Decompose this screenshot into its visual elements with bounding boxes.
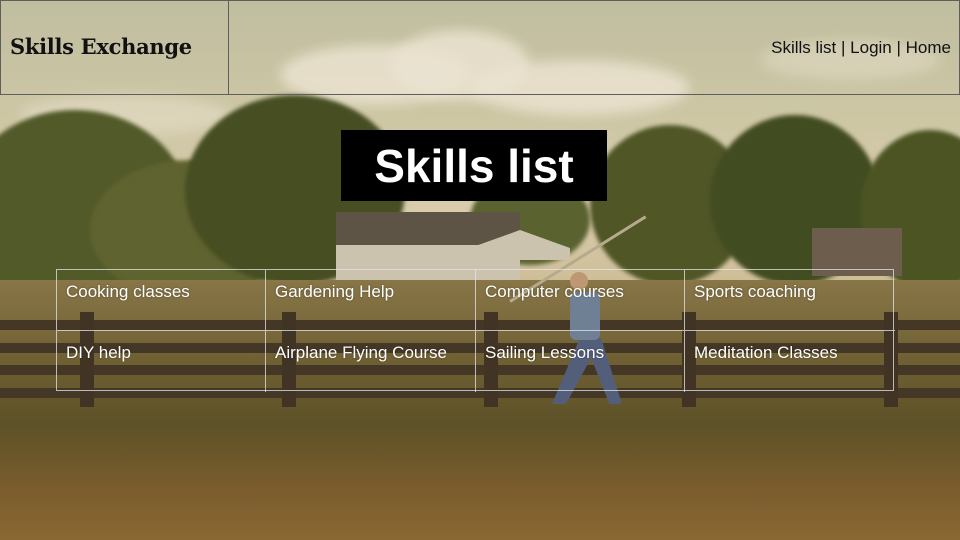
- skill-item-computer-courses[interactable]: Computer courses: [476, 270, 685, 331]
- skill-item-sports-coaching[interactable]: Sports coaching: [685, 270, 895, 331]
- site-header: Skills Exchange Skills list | Login | Ho…: [0, 0, 960, 95]
- page-title: Skills list: [341, 130, 607, 201]
- skill-item-gardening-help[interactable]: Gardening Help: [266, 270, 476, 331]
- nav-separator: |: [891, 38, 906, 57]
- skill-item-diy-help[interactable]: DIY help: [57, 331, 266, 392]
- skill-item-cooking-classes[interactable]: Cooking classes: [57, 270, 266, 331]
- skills-grid: Cooking classes Gardening Help Computer …: [56, 269, 895, 392]
- nav-link-skills-list[interactable]: Skills list: [771, 38, 836, 57]
- nav-link-login[interactable]: Login: [850, 38, 892, 57]
- nav-link-home[interactable]: Home: [906, 38, 951, 57]
- skill-item-sailing-lessons[interactable]: Sailing Lessons: [476, 331, 685, 392]
- brand-box: Skills Exchange: [1, 1, 229, 94]
- skill-item-airplane-flying-course[interactable]: Airplane Flying Course: [266, 331, 476, 392]
- skill-item-meditation-classes[interactable]: Meditation Classes: [685, 331, 895, 392]
- top-nav: Skills list | Login | Home: [771, 38, 951, 58]
- site-brand[interactable]: Skills Exchange: [10, 34, 192, 59]
- nav-separator: |: [836, 38, 851, 57]
